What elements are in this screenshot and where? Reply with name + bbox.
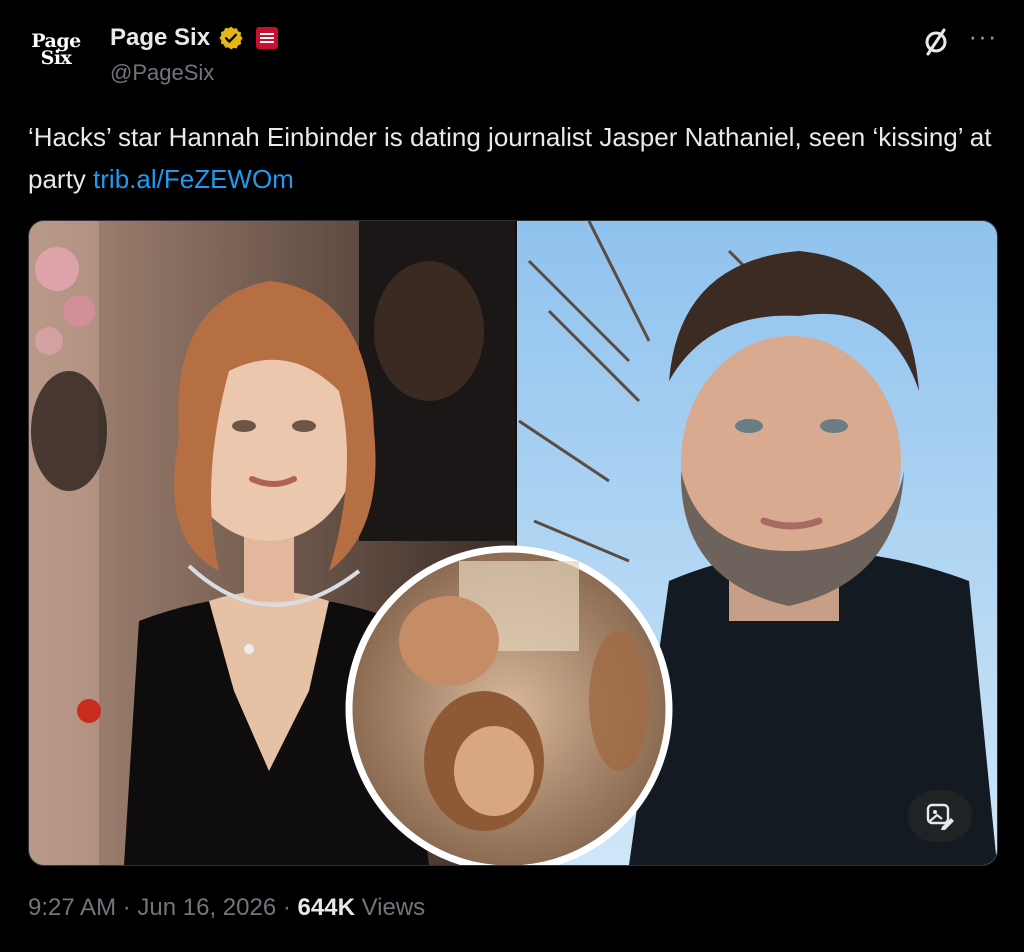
media-image[interactable]: [29, 221, 997, 865]
image-alt-icon: [926, 803, 954, 830]
verified-badge-icon[interactable]: [218, 25, 244, 51]
author-name-row: Page Six: [110, 24, 279, 52]
tweet-text: ‘Hacks’ star Hannah Einbinder is dating …: [28, 116, 1003, 200]
image-alt-button[interactable]: [908, 790, 972, 842]
tweet-link[interactable]: trib.al/FeZEWOm: [93, 164, 294, 194]
tweet-meta: 9:27 AM · Jun 16, 2026 · 644K Views: [28, 894, 425, 922]
tweet-media[interactable]: [28, 220, 998, 866]
tweet-date[interactable]: Jun 16, 2026: [137, 894, 276, 921]
meta-separator: ·: [122, 894, 131, 921]
avatar[interactable]: Page Six: [28, 22, 84, 78]
avatar-text-line2: Six: [40, 47, 72, 69]
views-count[interactable]: 644K: [298, 894, 355, 921]
display-name[interactable]: Page Six: [110, 24, 210, 52]
inset-photo: [345, 545, 673, 865]
grok-icon[interactable]: [920, 26, 952, 58]
author-handle[interactable]: @PageSix: [110, 60, 214, 86]
more-icon[interactable]: ···: [966, 23, 1000, 56]
affiliate-badge-icon[interactable]: [256, 27, 279, 49]
meta-separator-2: ·: [282, 894, 291, 921]
tweet-time[interactable]: 9:27 AM: [28, 894, 116, 921]
views-label: Views: [361, 894, 426, 921]
